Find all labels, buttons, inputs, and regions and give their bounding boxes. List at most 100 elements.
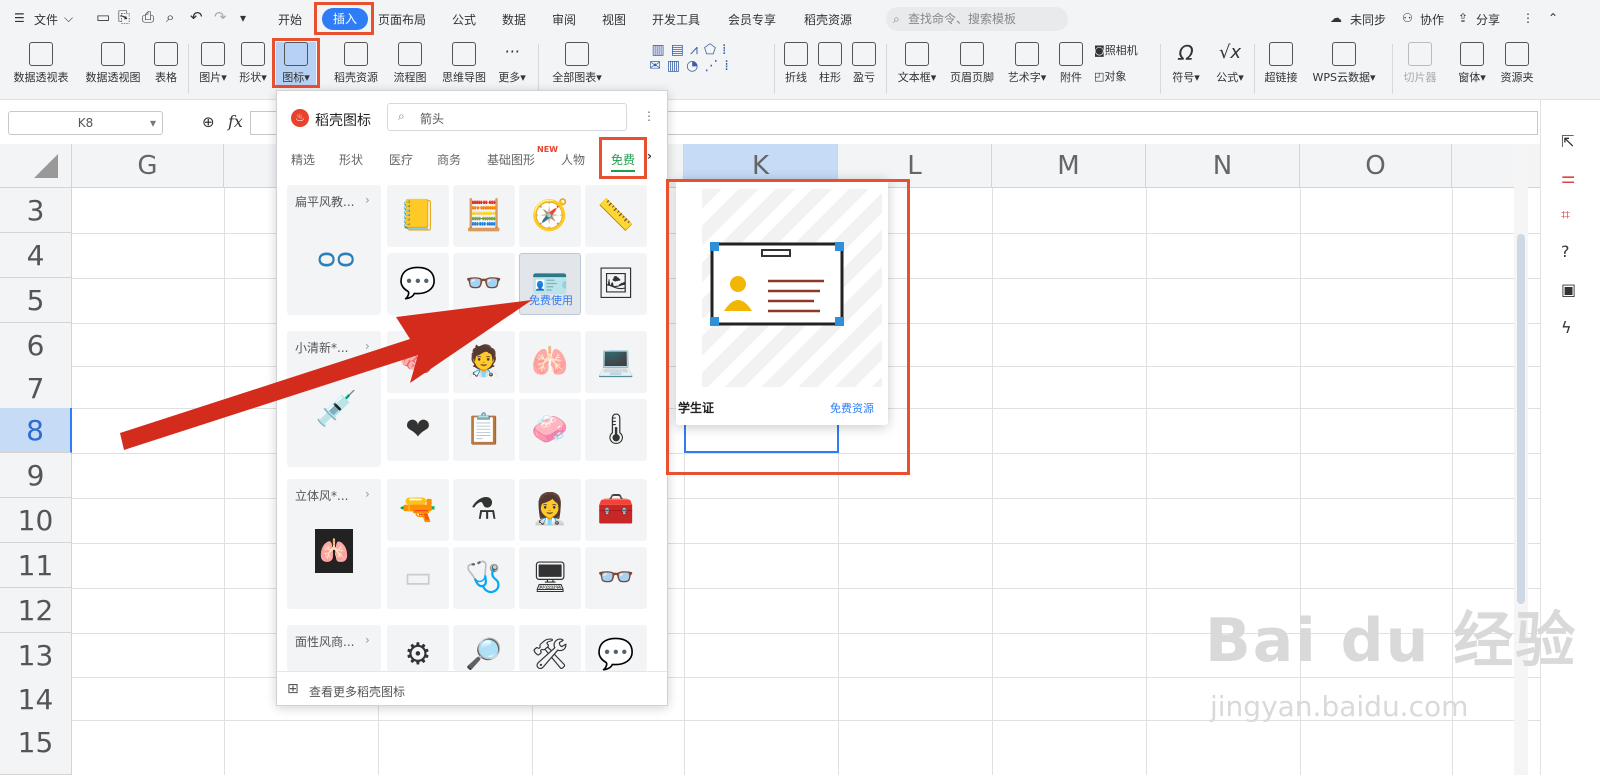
help-icon[interactable]: ? xyxy=(1561,242,1570,261)
formula-input[interactable] xyxy=(250,111,276,135)
share-icon[interactable]: ⇪ xyxy=(1458,11,1468,25)
icon-search-input[interactable]: ⌕ 箭头 xyxy=(387,103,627,131)
tab-basic-shapes[interactable]: 基础图形 xyxy=(487,151,535,168)
tab-member[interactable]: 会员专享 xyxy=(728,11,776,28)
laptop-medical-icon[interactable]: 💻 xyxy=(585,331,647,393)
symbol-button[interactable]: Ω 符号▾ xyxy=(1166,42,1206,85)
sparkline-column-button[interactable]: 柱形 xyxy=(814,42,846,85)
row-header-10[interactable]: 10 xyxy=(0,498,72,543)
student-id-icon[interactable]: 🪪 免费使用 xyxy=(519,253,581,315)
free-use-label[interactable]: 免费使用 xyxy=(520,294,582,308)
category-flat-education[interactable]: 扁平风教... › ᴑᴑ xyxy=(287,185,381,315)
tab-featured[interactable]: 精选 xyxy=(291,151,315,168)
quick-access-dropdown-icon[interactable]: ▾ xyxy=(240,11,246,25)
row-header-8[interactable]: 8 xyxy=(0,408,72,453)
chevron-right-icon[interactable]: › xyxy=(647,149,652,163)
browser-search-icon[interactable]: 🔎 xyxy=(453,625,515,671)
category-3d-style[interactable]: 立体风*... › 🫁 xyxy=(287,479,381,609)
object-button[interactable]: ◰对象 xyxy=(1094,68,1154,84)
tab-business[interactable]: 商务 xyxy=(437,151,461,168)
pivot-table-button[interactable]: 数据透视表 xyxy=(8,42,74,85)
sparkline-line-button[interactable]: 折线 xyxy=(780,42,812,85)
browser-tools-icon[interactable]: 🛠 xyxy=(519,625,581,671)
slicer-button[interactable]: 切片器 xyxy=(1398,42,1442,85)
tab-review[interactable]: 审阅 xyxy=(552,11,576,28)
cloud-icon[interactable]: ☁ xyxy=(1330,11,1342,25)
wps-cloud-data-button[interactable]: WPS云数据▾ xyxy=(1308,42,1380,85)
more-icon[interactable]: ⋮ xyxy=(1522,11,1534,25)
flowchart-button[interactable]: 流程图 xyxy=(388,42,432,85)
column-header-m[interactable]: M xyxy=(992,144,1146,188)
wordart-button[interactable]: 艺术字▾ xyxy=(1004,42,1050,85)
row-header-9[interactable]: 9 xyxy=(0,453,72,498)
file-menu[interactable]: 文件 xyxy=(34,11,58,28)
monitor-icon[interactable]: 🖥 xyxy=(519,547,581,609)
tab-page-layout[interactable]: 页面布局 xyxy=(378,11,426,28)
scrollbar-thumb[interactable] xyxy=(1517,234,1525,604)
tab-view[interactable]: 视图 xyxy=(602,11,626,28)
camera-button[interactable]: ◙照相机 xyxy=(1094,42,1154,58)
view-more-icons-link[interactable]: 查看更多稻壳图标 xyxy=(309,683,405,700)
notebook-icon[interactable]: 📒 xyxy=(387,185,449,247)
row-header-6[interactable]: 6 xyxy=(0,323,72,368)
reading-glasses-icon[interactable]: 👓 xyxy=(453,253,515,315)
tab-developer[interactable]: 开发工具 xyxy=(652,11,700,28)
export-pdf-icon[interactable]: ⎘ xyxy=(118,8,130,26)
table-button[interactable]: 表格 xyxy=(150,42,182,85)
flask-icon[interactable]: ⚗ xyxy=(453,479,515,541)
form-button[interactable]: 窗体▾ xyxy=(1452,42,1492,85)
shape-button[interactable]: 形状▾ xyxy=(236,42,270,85)
column-header-n[interactable]: N xyxy=(1146,144,1300,188)
nurse-icon[interactable]: 👩‍⚕️ xyxy=(519,479,581,541)
formula-input-visible[interactable] xyxy=(668,111,1538,135)
column-header-o[interactable]: O xyxy=(1300,144,1452,188)
gear-icon[interactable]: ⚙ xyxy=(387,625,449,671)
doctor-icon[interactable]: 🧑‍⚕️ xyxy=(453,331,515,393)
tab-home[interactable]: 开始 xyxy=(278,11,302,28)
collab-button[interactable]: 协作 xyxy=(1420,11,1444,28)
docer-resource-button[interactable]: 稻壳资源 xyxy=(330,42,382,85)
more-button[interactable]: ··· 更多▾ xyxy=(494,42,530,85)
chevron-down-icon[interactable]: ⌵ xyxy=(64,11,73,26)
thermometer-gun-icon[interactable]: 🔫 xyxy=(387,479,449,541)
column-header-g[interactable]: G xyxy=(72,144,224,188)
attachment-button[interactable]: 附件 xyxy=(1056,42,1086,85)
goggles-icon[interactable]: 👓 xyxy=(585,547,647,609)
resource-folder-button[interactable]: 资源夹 xyxy=(1496,42,1538,85)
equation-button[interactable]: √x 公式▾ xyxy=(1210,42,1250,85)
tab-people[interactable]: 人物 xyxy=(561,151,585,168)
tab-data[interactable]: 数据 xyxy=(502,11,526,28)
row-header-13[interactable]: 13 xyxy=(0,633,72,678)
chart-type-gallery[interactable]: ▥▤⩘⬠⁞ ✉▥◔⋰⁞ xyxy=(614,42,770,74)
lightning-icon[interactable]: ϟ xyxy=(1561,318,1572,337)
tab-formulas[interactable]: 公式 xyxy=(452,11,476,28)
mask-icon[interactable]: ▭ xyxy=(387,547,449,609)
textbox-button[interactable]: 文本框▾ xyxy=(892,42,942,85)
easel-board-icon[interactable]: 🖼 xyxy=(585,253,647,315)
tab-medical[interactable]: 医疗 xyxy=(389,151,413,168)
save-icon[interactable]: ▭ xyxy=(96,8,110,26)
share-button[interactable]: 分享 xyxy=(1476,11,1500,28)
sparkline-winloss-button[interactable]: 盈亏 xyxy=(848,42,880,85)
row-header-7[interactable]: 7 xyxy=(0,366,72,411)
collapse-ribbon-icon[interactable]: ⌃ xyxy=(1548,11,1558,25)
row-header-3[interactable]: 3 xyxy=(0,188,72,233)
abacus-icon[interactable]: 🧮 xyxy=(453,185,515,247)
vertical-scrollbar[interactable] xyxy=(1514,144,1528,775)
print-preview-icon[interactable]: ⌕ xyxy=(166,8,174,26)
adjust-icon[interactable]: ⚌ xyxy=(1561,168,1575,187)
compass-icon[interactable]: 🧭 xyxy=(519,185,581,247)
medical-record-icon[interactable]: 📋 xyxy=(453,399,515,461)
row-header-5[interactable]: 5 xyxy=(0,278,72,323)
name-box[interactable]: K8 ▾ xyxy=(8,111,163,135)
first-aid-kit-icon[interactable]: 🧰 xyxy=(585,479,647,541)
zoom-formula-icon[interactable]: ⊕ xyxy=(202,113,215,131)
qa-chat-icon[interactable]: 💬 xyxy=(387,253,449,315)
row-header-11[interactable]: 11 xyxy=(0,543,72,588)
head-icon[interactable]: 🧠 xyxy=(387,331,449,393)
xray-lungs-icon[interactable]: 🫁 xyxy=(519,331,581,393)
crop-icon[interactable]: ⌗ xyxy=(1561,205,1570,225)
hand-wash-icon[interactable]: 🧼 xyxy=(519,399,581,461)
sync-status[interactable]: 未同步 xyxy=(1350,11,1386,28)
hyperlink-button[interactable]: 超链接 xyxy=(1260,42,1302,85)
